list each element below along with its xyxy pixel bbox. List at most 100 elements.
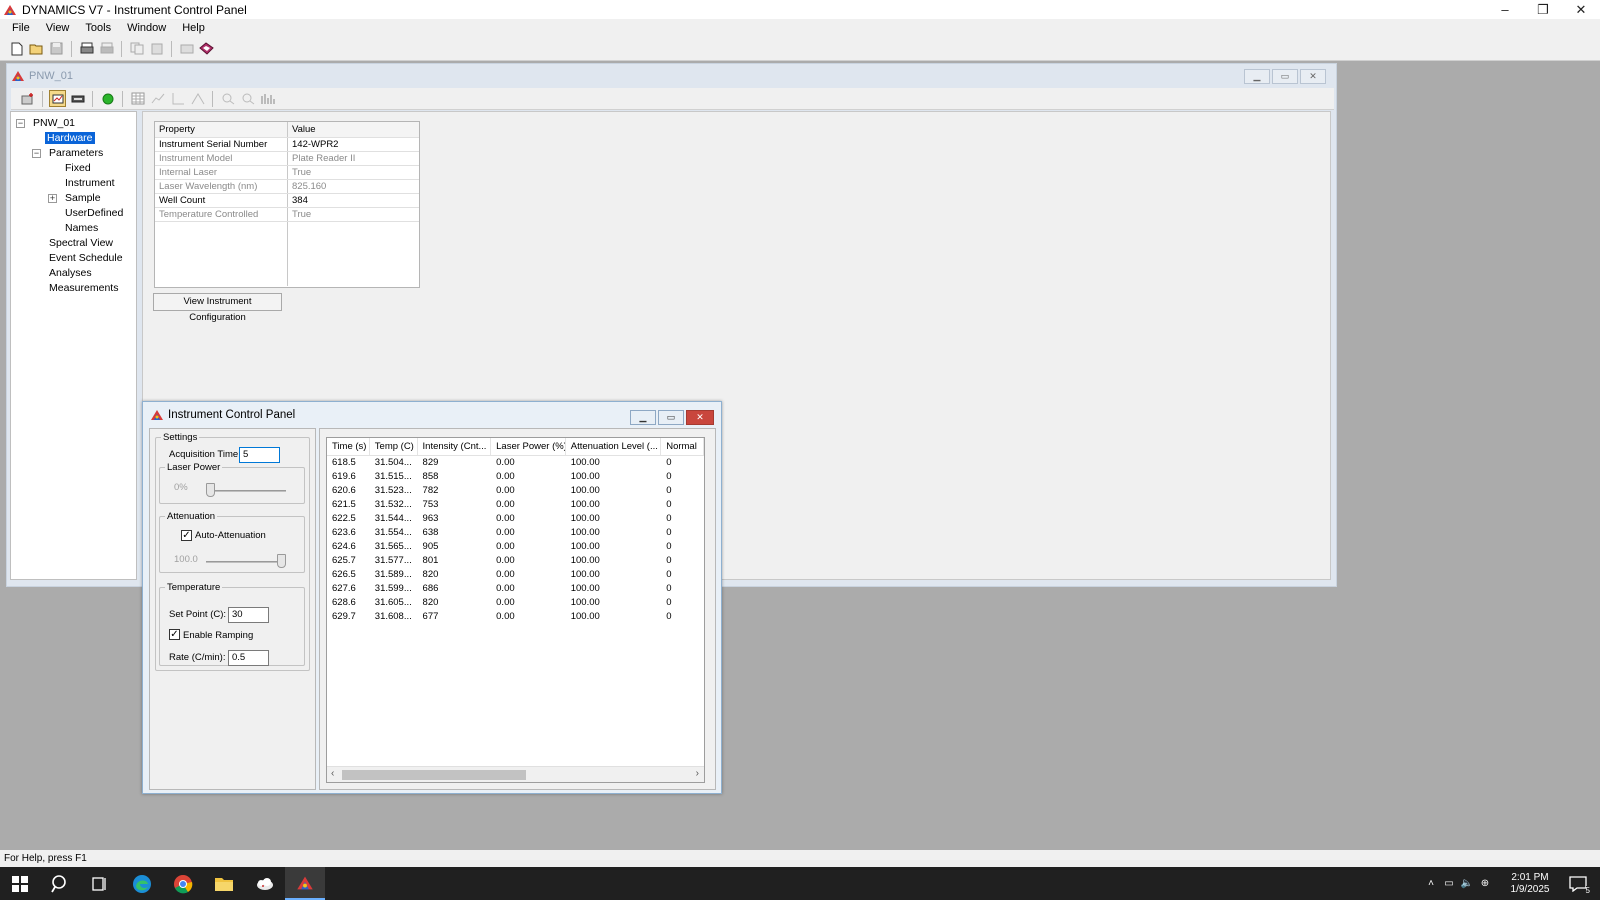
- panel-close-button[interactable]: ✕: [686, 410, 714, 425]
- bar-chart-icon[interactable]: [259, 90, 276, 107]
- table-row[interactable]: Instrument Serial Number 142-WPR2: [155, 138, 419, 152]
- control-panel-icon[interactable]: [49, 90, 66, 107]
- restore-button[interactable]: ❐: [1524, 0, 1562, 19]
- scroll-right-icon[interactable]: ›: [696, 768, 699, 779]
- menu-window[interactable]: Window: [119, 22, 174, 34]
- table-row[interactable]: 626.5 31.589... 820 0.00 100.00 0: [327, 568, 704, 582]
- search-button[interactable]: [40, 867, 80, 900]
- add-plate-icon[interactable]: [19, 90, 36, 107]
- view-instrument-configuration-button[interactable]: View Instrument Configuration: [153, 293, 282, 323]
- table-row[interactable]: 622.5 31.544... 963 0.00 100.00 0: [327, 512, 704, 526]
- acquisition-time-input[interactable]: 5: [239, 447, 280, 463]
- zoom-out-icon[interactable]: [239, 90, 256, 107]
- network-globe-icon[interactable]: ⊕: [1476, 878, 1494, 889]
- table-row[interactable]: Laser Wavelength (nm) 825.160: [155, 180, 419, 194]
- column-header-value[interactable]: Value: [288, 122, 419, 137]
- table-row[interactable]: 623.6 31.554... 638 0.00 100.00 0: [327, 526, 704, 540]
- help-book-icon[interactable]: [198, 40, 215, 57]
- notification-center-button[interactable]: 5: [1560, 867, 1596, 900]
- table-row[interactable]: Temperature Controlled True: [155, 208, 419, 222]
- column-header-temp[interactable]: Temp (C): [370, 438, 418, 455]
- taskbar-chrome[interactable]: [163, 867, 203, 900]
- scrollbar-thumb[interactable]: [342, 770, 526, 780]
- auto-attenuation-checkbox[interactable]: ✓: [181, 530, 192, 541]
- column-header-time[interactable]: Time (s): [327, 438, 370, 455]
- menu-tools[interactable]: Tools: [77, 22, 119, 34]
- setpoint-input[interactable]: 30: [228, 607, 269, 623]
- peak-chart-icon[interactable]: [189, 90, 206, 107]
- tree-item-hardware[interactable]: Hardware: [11, 131, 136, 146]
- meet-now-icon[interactable]: ▭: [1440, 878, 1458, 889]
- tree-item-fixed[interactable]: Fixed: [11, 161, 136, 176]
- table-row[interactable]: 621.5 31.532... 753 0.00 100.00 0: [327, 498, 704, 512]
- table-row[interactable]: 628.6 31.605... 820 0.00 100.00 0: [327, 596, 704, 610]
- rate-input[interactable]: 0.5: [228, 650, 269, 666]
- grid-view-icon[interactable]: [129, 90, 146, 107]
- taskbar-clock[interactable]: 2:01 PM 1/9/2025: [1500, 872, 1560, 896]
- tree-item-parameters[interactable]: − Parameters: [11, 146, 136, 161]
- attenuation-slider-track[interactable]: [206, 561, 286, 563]
- tree-item-names[interactable]: Names: [11, 221, 136, 236]
- taskbar-app-sheep[interactable]: [245, 867, 285, 900]
- minimize-button[interactable]: –: [1486, 0, 1524, 19]
- tree-item-userdefined[interactable]: UserDefined: [11, 206, 136, 221]
- child-minimize-button[interactable]: ▁: [1244, 69, 1270, 84]
- child-close-button[interactable]: ✕: [1300, 69, 1326, 84]
- laser-power-slider-track[interactable]: [206, 490, 286, 492]
- enable-ramping-checkbox[interactable]: ✓: [169, 629, 180, 640]
- column-header-intensity[interactable]: Intensity (Cnt...: [418, 438, 492, 455]
- close-button[interactable]: ✕: [1562, 0, 1600, 19]
- menu-file[interactable]: File: [4, 22, 38, 34]
- tree-item-sample[interactable]: + Sample: [11, 191, 136, 206]
- tree-item-pnw01[interactable]: − PNW_01: [11, 116, 136, 131]
- save-icon[interactable]: [48, 40, 65, 57]
- panel-maximize-button[interactable]: ▭: [658, 410, 684, 425]
- taskbar-dynamics[interactable]: [285, 867, 325, 900]
- table-row[interactable]: 624.6 31.565... 905 0.00 100.00 0: [327, 540, 704, 554]
- start-button[interactable]: [0, 867, 40, 900]
- table-row[interactable]: 619.6 31.515... 858 0.00 100.00 0: [327, 470, 704, 484]
- laser-power-slider-thumb[interactable]: [206, 483, 215, 497]
- menu-help[interactable]: Help: [174, 22, 213, 34]
- table-row[interactable]: 620.6 31.523... 782 0.00 100.00 0: [327, 484, 704, 498]
- export-icon[interactable]: [178, 40, 195, 57]
- taskbar-edge[interactable]: [122, 867, 162, 900]
- tree-item-measurements[interactable]: Measurements: [11, 281, 136, 296]
- new-file-icon[interactable]: [8, 40, 25, 57]
- collapse-icon[interactable]: −: [16, 119, 25, 128]
- tree-item-analyses[interactable]: Analyses: [11, 266, 136, 281]
- print-icon[interactable]: [98, 40, 115, 57]
- column-header-attenuation[interactable]: Attenuation Level (...: [566, 438, 662, 455]
- table-row[interactable]: 627.6 31.599... 686 0.00 100.00 0: [327, 582, 704, 596]
- column-header-laser-power[interactable]: Laser Power (%): [491, 438, 566, 455]
- table-row[interactable]: Instrument Model Plate Reader II: [155, 152, 419, 166]
- line-chart-icon[interactable]: [149, 90, 166, 107]
- tree-item-instrument[interactable]: Instrument: [11, 176, 136, 191]
- table-row[interactable]: Well Count 384: [155, 194, 419, 208]
- attenuation-slider-thumb[interactable]: [277, 554, 286, 568]
- tree-item-spectral-view[interactable]: Spectral View: [11, 236, 136, 251]
- instrument-icon[interactable]: [69, 90, 86, 107]
- volume-icon[interactable]: 🔈: [1458, 878, 1476, 889]
- scroll-left-icon[interactable]: ‹: [331, 768, 334, 779]
- collapse-icon[interactable]: −: [32, 149, 41, 158]
- horizontal-scrollbar[interactable]: ‹ ›: [327, 766, 704, 782]
- copy-icon[interactable]: [128, 40, 145, 57]
- taskbar-file-explorer[interactable]: [204, 867, 244, 900]
- table-row[interactable]: Internal Laser True: [155, 166, 419, 180]
- expand-icon[interactable]: +: [48, 194, 57, 203]
- print-setup-icon[interactable]: [78, 40, 95, 57]
- tree-item-event-schedule[interactable]: Event Schedule: [11, 251, 136, 266]
- show-hidden-icons-chevron-icon[interactable]: ˄: [1422, 878, 1440, 889]
- table-row[interactable]: 618.5 31.504... 829 0.00 100.00 0: [327, 456, 704, 470]
- table-row[interactable]: 625.7 31.577... 801 0.00 100.00 0: [327, 554, 704, 568]
- axis-chart-icon[interactable]: [169, 90, 186, 107]
- zoom-in-icon[interactable]: [219, 90, 236, 107]
- property-value[interactable]: 384: [288, 194, 419, 207]
- child-maximize-button[interactable]: ▭: [1272, 69, 1298, 84]
- start-green-icon[interactable]: [99, 90, 116, 107]
- table-row[interactable]: 629.7 31.608... 677 0.00 100.00 0: [327, 610, 704, 624]
- task-view-button[interactable]: [80, 867, 120, 900]
- paste-icon[interactable]: [148, 40, 165, 57]
- menu-view[interactable]: View: [38, 22, 78, 34]
